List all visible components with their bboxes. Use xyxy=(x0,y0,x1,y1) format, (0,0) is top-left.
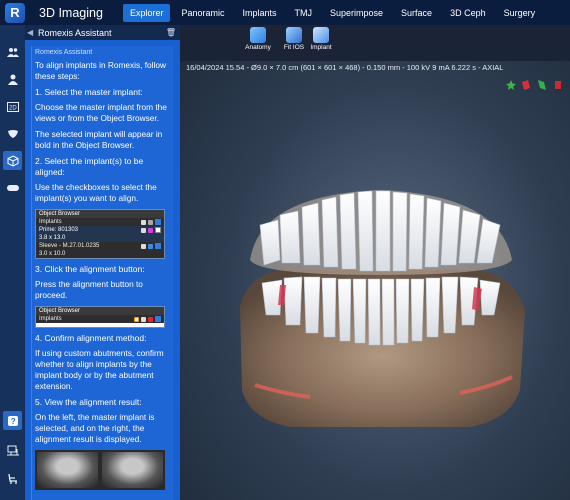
ob-row-prime: Prime: 801303 xyxy=(36,226,164,234)
step-2-text: Use the checkboxes to select the implant… xyxy=(35,182,157,203)
assistant-panel: Romexis Assistant To align implants in R… xyxy=(25,40,180,500)
tab-explorer[interactable]: Explorer xyxy=(122,3,171,22)
fit-ios-tool-button[interactable]: Fit IOS xyxy=(280,27,308,51)
checkbox-icon xyxy=(155,227,161,233)
trash-icon xyxy=(141,316,146,322)
svg-text:?: ? xyxy=(10,417,15,426)
3d-viewport[interactable]: Anatomy Fit IOS Implant 16/04/2024 15.54… xyxy=(180,25,570,500)
orientation-star-icon[interactable] xyxy=(506,77,516,90)
step-1-note: The selected implant will appear in bold… xyxy=(35,129,163,150)
assistant-content: Romexis Assistant To align implants in R… xyxy=(31,46,173,500)
assistant-subheader: Romexis Assistant xyxy=(35,49,93,56)
align-button-icon xyxy=(134,316,139,322)
trash-icon[interactable]: 🗑 xyxy=(166,28,176,37)
3d-cube-icon[interactable] xyxy=(3,151,22,170)
tab-superimpose[interactable]: Superimpose xyxy=(323,4,390,22)
dental-chair-icon[interactable] xyxy=(3,469,22,488)
viewport-toolbar: Anatomy Fit IOS Implant xyxy=(180,25,570,61)
step-3-text: Press the alignment button to proceed. xyxy=(35,279,143,300)
step-3-title: 3. Click the alignment button: xyxy=(35,264,145,274)
scan-icon[interactable] xyxy=(3,178,22,197)
collapse-arrow-icon[interactable]: ◀ xyxy=(27,28,35,37)
tab-surgery[interactable]: Surgery xyxy=(497,4,543,22)
color-swatch-icon xyxy=(148,316,153,322)
app-title: 3D Imaging xyxy=(39,5,103,20)
top-menu-bar: R 3D Imaging Explorer Panoramic Implants… xyxy=(0,0,570,25)
object-browser-header: Object Browser xyxy=(36,307,164,315)
step-5-text: On the left, the master implant is selec… xyxy=(35,412,155,444)
red-marker-icon[interactable] xyxy=(522,77,530,90)
ob-row-implants: Implants xyxy=(36,315,164,323)
fit-ios-icon xyxy=(286,27,302,43)
tab-3d-ceph[interactable]: 3D Ceph xyxy=(443,4,493,22)
ob-row-implants: Implants xyxy=(36,218,164,226)
intro-text: To align implants in Romexis, follow the… xyxy=(35,60,166,81)
color-swatch-icon xyxy=(148,243,153,249)
step-5-title: 5. View the alignment result: xyxy=(35,397,142,407)
step-2-title: 2. Select the implant(s) to be aligned: xyxy=(35,156,144,177)
implant-icon xyxy=(313,27,329,43)
tab-implants[interactable]: Implants xyxy=(235,4,283,22)
alignment-result-thumbnail xyxy=(35,450,165,490)
dental-3d-model xyxy=(240,190,525,427)
svg-text:2D: 2D xyxy=(9,105,17,111)
ob-row-sleeve: Sleeve - M.27.01.0235 xyxy=(36,242,164,250)
tool-icon xyxy=(141,227,146,233)
assistant-panel-header: ◀ Romexis Assistant 🗑 xyxy=(25,25,180,40)
tab-surface[interactable]: Surface xyxy=(394,4,439,22)
tool-icon xyxy=(141,243,146,249)
tab-panoramic[interactable]: Panoramic xyxy=(174,4,231,22)
patient-icon[interactable] xyxy=(3,70,22,89)
eye-icon xyxy=(141,219,146,225)
orientation-icons xyxy=(506,77,562,90)
workstation-icon[interactable] xyxy=(3,441,22,460)
left-icon-bar: 2D ? xyxy=(0,25,25,500)
anatomy-icon xyxy=(250,27,266,43)
2d-icon[interactable]: 2D xyxy=(3,97,22,116)
app-window: R 3D Imaging Explorer Panoramic Implants… xyxy=(0,0,570,500)
anatomy-tool-button[interactable]: Anatomy xyxy=(244,27,272,51)
step-4-title: 4. Confirm alignment method: xyxy=(35,333,147,343)
ob-row-prime-size: 3.8 x 13.0 xyxy=(36,234,164,242)
checkbox-icon xyxy=(155,219,161,225)
tooth-icon[interactable] xyxy=(3,124,22,143)
green-marker-icon[interactable] xyxy=(538,77,546,90)
scan-info-text: 16/04/2024 15.54 - Ø9.0 × 7.0 cm (601 × … xyxy=(186,63,504,72)
checkbox-icon xyxy=(155,243,161,249)
patients-icon[interactable] xyxy=(3,42,22,61)
lock-icon xyxy=(148,219,153,225)
step-1-text: Choose the master implant from the views… xyxy=(35,102,167,123)
step-4-text: If using custom abutments, confirm wheth… xyxy=(35,348,164,391)
red-cube-icon[interactable] xyxy=(554,77,562,89)
romexis-logo-icon: R xyxy=(5,2,25,23)
help-icon[interactable]: ? xyxy=(3,411,22,430)
object-browser-header: Object Browser xyxy=(36,210,164,218)
ob-row-sleeve-size: 3.0 x 10.0 xyxy=(36,250,164,258)
tab-tmj[interactable]: TMJ xyxy=(288,4,320,22)
object-browser-image-2: Object Browser Implants xyxy=(35,306,165,328)
implant-tool-button[interactable]: Implant xyxy=(307,27,335,51)
checkbox-icon xyxy=(155,316,161,322)
color-swatch-icon xyxy=(148,227,153,233)
object-browser-image-1: Object Browser Implants Prime: 801303 3.… xyxy=(35,209,165,259)
step-1-title: 1. Select the master implant: xyxy=(35,87,143,97)
assistant-panel-title: Romexis Assistant xyxy=(38,27,112,38)
